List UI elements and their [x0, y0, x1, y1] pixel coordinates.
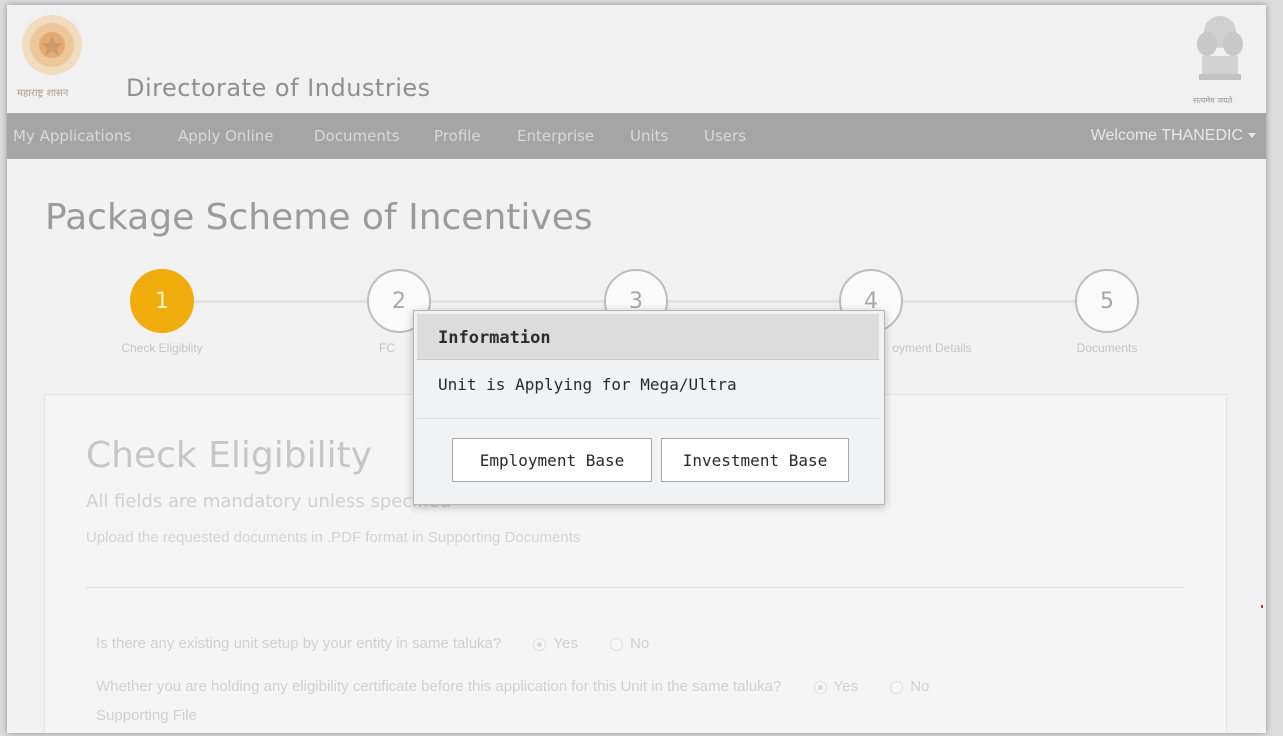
- upload-note: Upload the requested documents in .PDF f…: [86, 529, 581, 546]
- app-window: महाराष्ट्र शासन Directorate of Industrie…: [7, 5, 1266, 733]
- step-label-1: Check Eligiblity: [121, 341, 203, 355]
- modal-divider: [417, 418, 879, 419]
- wizard-step-5[interactable]: 5: [1075, 269, 1139, 333]
- nav-users[interactable]: Users: [704, 127, 746, 145]
- nav-profile[interactable]: Profile: [434, 127, 481, 145]
- site-header: महाराष्ट्र शासन Directorate of Industrie…: [7, 5, 1266, 113]
- modal-header: Information: [417, 314, 879, 360]
- wizard-step-1[interactable]: 1: [130, 269, 194, 333]
- question-text: Whether you are holding any eligibility …: [96, 678, 782, 695]
- nav-apply-online[interactable]: Apply Online: [178, 127, 274, 145]
- form-title: Check Eligibility: [86, 435, 373, 476]
- radio-no-label: No: [630, 635, 650, 652]
- step-label-2: FC: [379, 341, 395, 355]
- page-title: Package Scheme of Incentives: [45, 197, 593, 238]
- employment-base-button[interactable]: Employment Base: [452, 438, 652, 482]
- national-emblem-icon: [1197, 16, 1243, 80]
- step-label-4: oyment Details: [892, 341, 972, 355]
- radio-yes[interactable]: [813, 680, 827, 694]
- step-number[interactable]: 5: [1075, 269, 1139, 333]
- site-title[interactable]: Directorate of Industries: [126, 74, 431, 102]
- nav-units[interactable]: Units: [630, 127, 668, 145]
- form-subtitle: All fields are mandatory unless specifie…: [86, 491, 452, 512]
- step-label-5: Documents: [1076, 341, 1138, 355]
- nav-documents[interactable]: Documents: [314, 127, 400, 145]
- step-number[interactable]: 1: [130, 269, 194, 333]
- question-text: Is there any existing unit setup by your…: [96, 635, 502, 652]
- modal-title: Information: [438, 328, 551, 348]
- radio-yes-label: Yes: [833, 678, 859, 695]
- main-navbar: My Applications Apply Online Documents P…: [7, 113, 1266, 159]
- radio-yes-label: Yes: [553, 635, 578, 652]
- nav-enterprise[interactable]: Enterprise: [517, 127, 594, 145]
- emblem-caption: सत्यमेव जयते: [1193, 96, 1233, 105]
- nav-my-applications[interactable]: My Applications: [13, 127, 131, 145]
- question-eligibility-certificate: Whether you are holding any eligibility …: [96, 678, 929, 695]
- caret-down-icon: [1248, 133, 1256, 139]
- maharashtra-seal-icon: [22, 15, 82, 75]
- marker-dot: [1261, 605, 1263, 608]
- seal-caption: महाराष्ट्र शासन: [17, 88, 69, 99]
- user-menu-toggle[interactable]: Welcome THANEDIC: [1091, 127, 1256, 145]
- radio-no[interactable]: [890, 680, 904, 694]
- information-modal: Information Unit is Applying for Mega/Ul…: [413, 310, 885, 505]
- investment-base-button[interactable]: Investment Base: [661, 438, 849, 482]
- welcome-label: Welcome THANEDIC: [1090, 127, 1243, 144]
- question-existing-unit: Is there any existing unit setup by your…: [96, 635, 649, 652]
- radio-no-label: No: [910, 678, 930, 695]
- radio-yes[interactable]: [533, 637, 547, 651]
- modal-message: Unit is Applying for Mega/Ultra: [438, 375, 737, 394]
- supporting-file-label: Supporting File: [96, 707, 197, 724]
- radio-no[interactable]: [610, 637, 624, 651]
- divider: [86, 587, 1184, 588]
